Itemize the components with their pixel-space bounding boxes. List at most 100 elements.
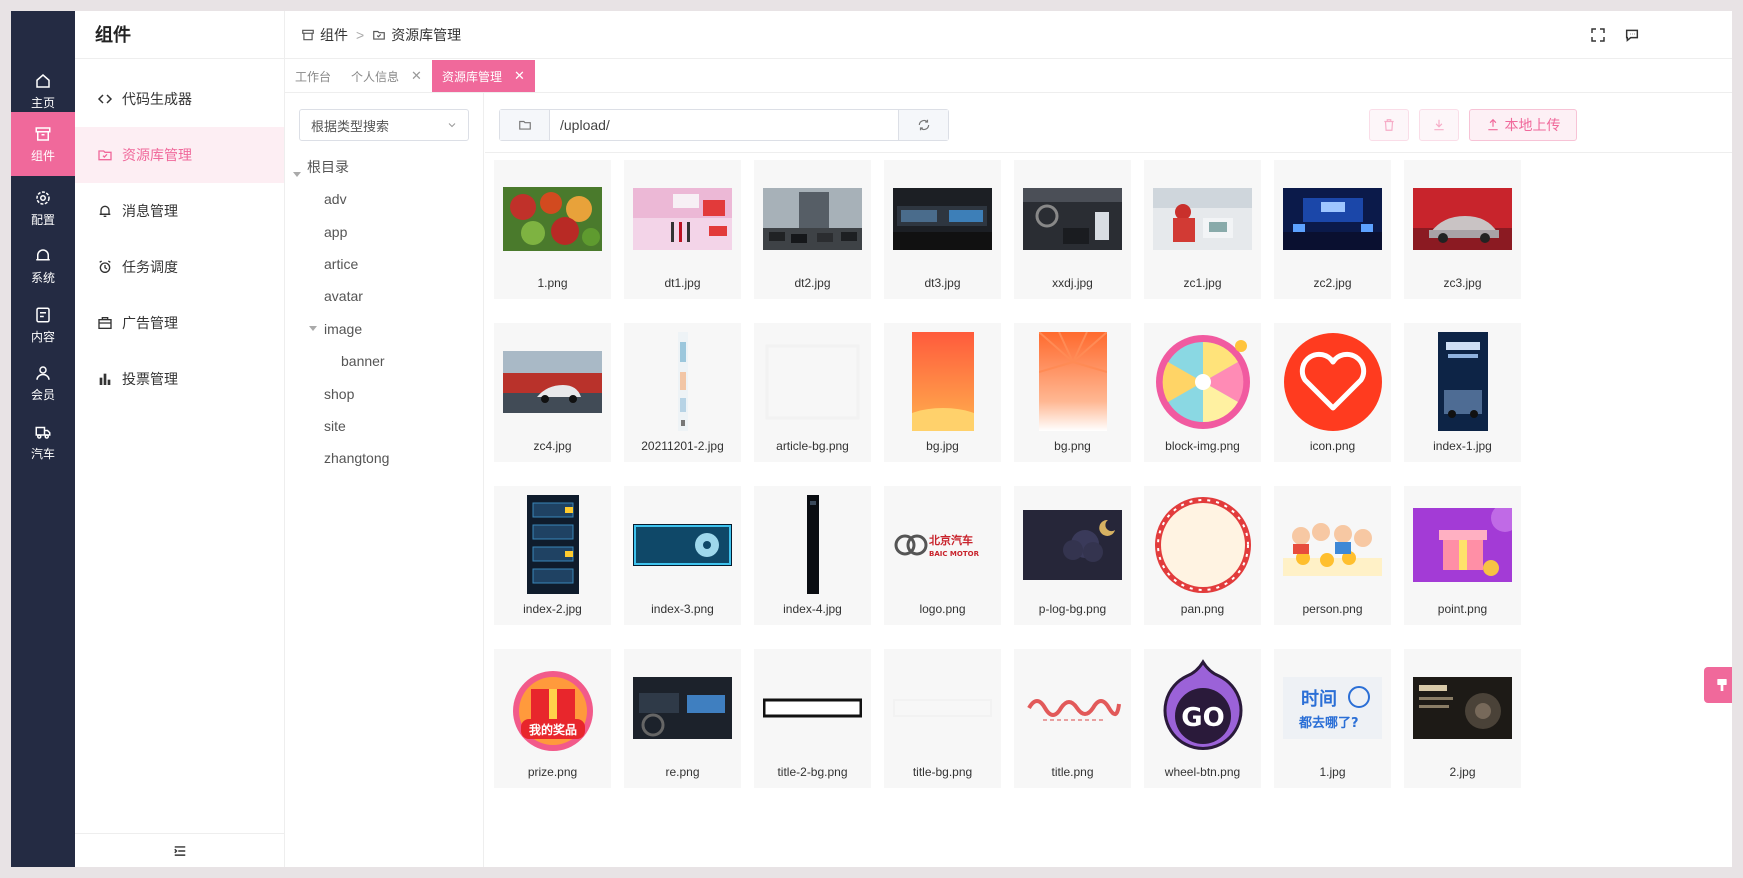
- tree-node[interactable]: zhangtong: [324, 447, 389, 469]
- file-name: person.png: [1302, 602, 1363, 616]
- tree-node[interactable]: banner: [341, 350, 385, 372]
- file-thumbnail: [1153, 495, 1252, 594]
- tab-resource-library[interactable]: 资源库管理 ✕: [431, 60, 535, 92]
- menu-item-messages[interactable]: 消息管理: [75, 183, 284, 239]
- caret-down-icon[interactable]: [293, 172, 301, 177]
- breadcrumb-current: 资源库管理: [391, 26, 462, 43]
- file-name: zc3.jpg: [1443, 276, 1482, 290]
- file-card[interactable]: zc2.jpg: [1274, 160, 1391, 299]
- file-card[interactable]: 1.png: [494, 160, 611, 299]
- file-card[interactable]: article-bg.png: [754, 323, 871, 462]
- file-card[interactable]: block-img.png: [1144, 323, 1261, 462]
- menu-item-voting[interactable]: 投票管理: [75, 351, 284, 407]
- tree-node[interactable]: site: [324, 415, 346, 437]
- file-name: wheel-btn.png: [1164, 765, 1241, 779]
- close-icon[interactable]: ✕: [411, 68, 422, 84]
- open-folder-button[interactable]: [500, 110, 550, 140]
- file-card[interactable]: zc3.jpg: [1404, 160, 1521, 299]
- tree-node-root[interactable]: 根目录: [307, 156, 349, 178]
- fullscreen-button[interactable]: [1590, 27, 1606, 43]
- close-icon[interactable]: ✕: [514, 68, 525, 84]
- file-card[interactable]: 20211201-2.jpg: [624, 323, 741, 462]
- breadcrumb: 组件 > 资源库管理: [285, 25, 461, 45]
- file-card[interactable]: dt3.jpg: [884, 160, 1001, 299]
- file-thumbnail: [893, 658, 992, 757]
- menu-item-task-schedule[interactable]: 任务调度: [75, 239, 284, 295]
- file-name: 20211201-2.jpg: [641, 439, 724, 453]
- tree-node[interactable]: adv: [324, 188, 347, 210]
- chat-icon: [1625, 29, 1639, 42]
- menu-item-code-generator[interactable]: 代码生成器: [75, 71, 284, 127]
- file-thumbnail: [893, 332, 992, 431]
- type-search-select[interactable]: 根据类型搜索: [299, 109, 469, 141]
- menu-item-resource-library[interactable]: 资源库管理: [75, 127, 284, 183]
- file-name: title-bg.png: [912, 765, 973, 779]
- file-name: bg.jpg: [926, 439, 959, 453]
- file-card[interactable]: dt1.jpg: [624, 160, 741, 299]
- menu-fold-icon: [173, 845, 185, 856]
- menu-item-ads[interactable]: 广告管理: [75, 295, 284, 351]
- tab-profile[interactable]: 个人信息 ✕: [341, 60, 432, 92]
- sub-menu: 组件 代码生成器 资源库管理 消息管理 任务调度 广告管理 投票管理: [75, 11, 285, 867]
- tree-node[interactable]: artice: [324, 253, 358, 275]
- file-card[interactable]: p-log-bg.png: [1014, 486, 1131, 625]
- file-card[interactable]: icon.png: [1274, 323, 1391, 462]
- file-card[interactable]: bg.png: [1014, 323, 1131, 462]
- file-card[interactable]: zc4.jpg: [494, 323, 611, 462]
- file-card[interactable]: pan.png: [1144, 486, 1261, 625]
- tree-node[interactable]: avatar: [324, 285, 363, 307]
- rail-item-member[interactable]: 会员: [11, 351, 75, 415]
- file-card[interactable]: index-1.jpg: [1404, 323, 1521, 462]
- file-card[interactable]: 我的奖品 prize.png: [494, 649, 611, 788]
- messages-button[interactable]: [1624, 27, 1640, 43]
- rail-item-car[interactable]: 汽车: [11, 410, 75, 474]
- file-name: xxdj.jpg: [1052, 276, 1093, 290]
- rail-item-label: 汽车: [30, 446, 55, 461]
- breadcrumb-parent[interactable]: 组件: [320, 25, 348, 45]
- tab-workbench[interactable]: 工作台: [285, 60, 341, 92]
- refresh-button[interactable]: [898, 110, 948, 140]
- file-card[interactable]: bg.jpg: [884, 323, 1001, 462]
- go-text: GO: [1181, 703, 1224, 733]
- file-card[interactable]: 时间 都去哪了? 1.jpg: [1274, 649, 1391, 788]
- file-thumbnail: [503, 169, 602, 268]
- tree-node[interactable]: app: [324, 221, 347, 243]
- rail-item-label: 系统: [30, 270, 55, 285]
- top-header: 组件 > 资源库管理: [285, 11, 1732, 59]
- caret-down-icon[interactable]: [309, 326, 317, 331]
- file-name: icon.png: [1309, 439, 1356, 453]
- file-card[interactable]: title.png: [1014, 649, 1131, 788]
- file-card[interactable]: point.png: [1404, 486, 1521, 625]
- file-card[interactable]: GO wheel-btn.png: [1144, 649, 1261, 788]
- file-card[interactable]: 北京汽车 BAIC MOTOR logo.png: [884, 486, 1001, 625]
- logo-cn-text: 北京汽车: [929, 533, 973, 547]
- file-card[interactable]: title-bg.png: [884, 649, 1001, 788]
- header-tools: [1590, 11, 1732, 59]
- theme-settings-button[interactable]: [1704, 667, 1732, 703]
- file-card[interactable]: zc1.jpg: [1144, 160, 1261, 299]
- file-card[interactable]: 2.jpg: [1404, 649, 1521, 788]
- collapse-menu-button[interactable]: [75, 833, 284, 867]
- path-input[interactable]: /upload/: [560, 110, 610, 140]
- local-upload-button[interactable]: 本地上传: [1469, 109, 1577, 141]
- rail-item-label: 内容: [30, 329, 55, 344]
- file-card[interactable]: index-2.jpg: [494, 486, 611, 625]
- file-card[interactable]: dt2.jpg: [754, 160, 871, 299]
- file-name: point.png: [1437, 602, 1488, 616]
- tree-node[interactable]: image: [324, 318, 362, 340]
- rail-item-config[interactable]: 配置: [11, 176, 75, 240]
- file-card[interactable]: index-4.jpg: [754, 486, 871, 625]
- file-card[interactable]: re.png: [624, 649, 741, 788]
- gear-icon: [36, 190, 50, 205]
- rail-item-system[interactable]: 系统: [11, 234, 75, 298]
- tree-node[interactable]: shop: [324, 383, 354, 405]
- file-card[interactable]: title-2-bg.png: [754, 649, 871, 788]
- delete-button[interactable]: [1369, 109, 1409, 141]
- rail-item-components[interactable]: 组件: [11, 112, 75, 176]
- file-card[interactable]: index-3.png: [624, 486, 741, 625]
- rail-item-content[interactable]: 内容: [11, 293, 75, 357]
- download-button[interactable]: [1419, 109, 1459, 141]
- trash-icon: [1384, 119, 1394, 131]
- file-card[interactable]: xxdj.jpg: [1014, 160, 1131, 299]
- file-card[interactable]: person.png: [1274, 486, 1391, 625]
